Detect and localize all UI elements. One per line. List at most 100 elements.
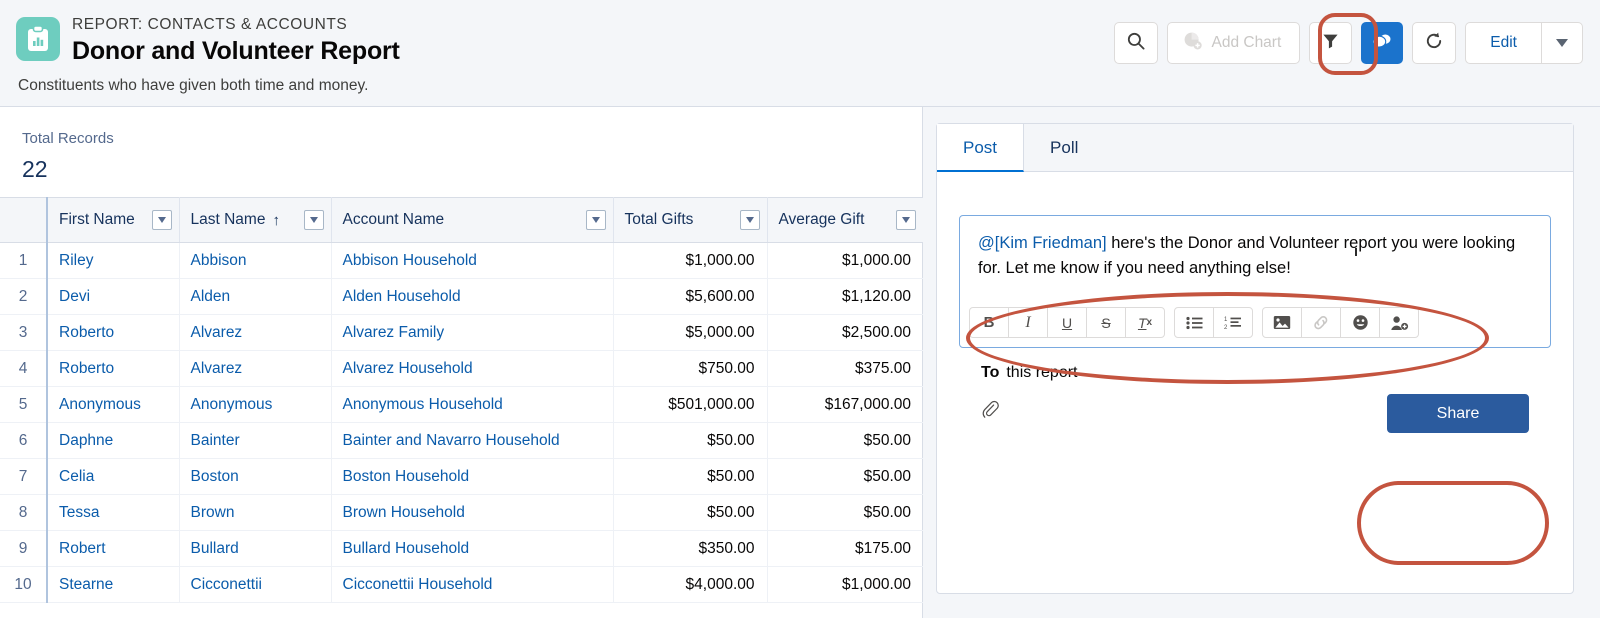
cell-link[interactable]: Cicconettii	[191, 576, 263, 593]
cell-account[interactable]: Bullard Household	[331, 530, 614, 567]
cell-link[interactable]: Alden	[191, 288, 231, 305]
cell-link[interactable]: Anonymous Household	[343, 396, 503, 413]
filter-button[interactable]	[1309, 22, 1353, 64]
cell-link[interactable]: Anonymous	[191, 396, 273, 413]
cell-last[interactable]: Bainter	[179, 422, 332, 459]
cell-link[interactable]: Daphne	[59, 432, 113, 449]
underline-icon[interactable]: U	[1047, 307, 1087, 338]
insert-link-icon[interactable]	[1301, 307, 1341, 338]
cell-link[interactable]: Boston	[191, 468, 239, 485]
breadcrumb: REPORT: CONTACTS & ACCOUNTS	[72, 16, 348, 33]
cell-link[interactable]: Bullard	[191, 540, 239, 557]
remove-format-icon[interactable]: Tx	[1125, 307, 1165, 338]
cell-last[interactable]: Abbison	[179, 242, 332, 279]
cell-link[interactable]: Celia	[59, 468, 94, 485]
cell-last[interactable]: Alden	[179, 278, 332, 315]
cell-link[interactable]: Riley	[59, 252, 93, 269]
cell-link[interactable]: Bullard Household	[343, 540, 470, 557]
cell-link[interactable]: Roberto	[59, 360, 114, 377]
cell-link[interactable]: Brown Household	[343, 504, 465, 521]
edit-button[interactable]: Edit	[1465, 22, 1541, 64]
cell-link[interactable]: Robert	[59, 540, 106, 557]
column-header-account-name[interactable]: Account Name	[331, 197, 614, 243]
cell-first[interactable]: Roberto	[47, 350, 180, 387]
cell-link[interactable]: Abbison	[191, 252, 247, 269]
cell-first[interactable]: Robert	[47, 530, 180, 567]
bold-icon[interactable]: B	[969, 307, 1009, 338]
italic-icon[interactable]: I	[1008, 307, 1048, 338]
cell-link[interactable]: Alvarez Family	[343, 324, 445, 341]
cell-link[interactable]: Alvarez	[191, 360, 243, 377]
rich-text-toolbar: B I U S Tx 1 2	[963, 303, 1547, 343]
column-header-average-gift[interactable]: Average Gift	[767, 197, 923, 243]
cell-first[interactable]: Celia	[47, 458, 180, 495]
cell-first[interactable]: Devi	[47, 278, 180, 315]
column-menu-button-first-name[interactable]	[151, 210, 172, 230]
cell-account[interactable]: Alden Household	[331, 278, 614, 315]
cell-account[interactable]: Abbison Household	[331, 242, 614, 279]
cell-last[interactable]: Brown	[179, 494, 332, 531]
strikethrough-icon[interactable]: S	[1086, 307, 1126, 338]
cell-last[interactable]: Bullard	[179, 530, 332, 567]
column-header-last-name[interactable]: Last Name ↑	[179, 197, 332, 243]
total-records-value: 22	[22, 156, 48, 182]
column-menu-button-last-name[interactable]	[303, 210, 324, 230]
cell-last[interactable]: Boston	[179, 458, 332, 495]
search-button[interactable]	[1114, 22, 1159, 64]
cell-link[interactable]: Alvarez Household	[343, 360, 473, 377]
tab-poll[interactable]: Poll	[1024, 124, 1573, 172]
column-menu-button-total-gifts[interactable]	[739, 210, 760, 230]
edit-dropdown-button[interactable]	[1541, 22, 1583, 64]
cell-last[interactable]: Anonymous	[179, 386, 332, 423]
cell-link[interactable]: Roberto	[59, 324, 114, 341]
cell-last[interactable]: Alvarez	[179, 350, 332, 387]
cell-n: 6	[0, 422, 48, 459]
report-toolbar: Add Chart Edit	[1114, 22, 1583, 64]
cell-link[interactable]: Alden Household	[343, 288, 461, 305]
cell-link[interactable]: Boston Household	[343, 468, 470, 485]
column-header-first-name[interactable]: First Name	[47, 197, 180, 243]
attach-file-button[interactable]	[981, 400, 1007, 427]
tab-post[interactable]: Post	[937, 124, 1025, 172]
cell-link[interactable]: Tessa	[59, 504, 100, 521]
emoji-icon[interactable]	[1340, 307, 1380, 338]
bulleted-list-icon[interactable]	[1174, 307, 1214, 338]
cell-first[interactable]: Tessa	[47, 494, 180, 531]
cell-last[interactable]: Cicconettii	[179, 566, 332, 603]
cell-account[interactable]: Bainter and Navarro Household	[331, 422, 614, 459]
cell-first[interactable]: Roberto	[47, 314, 180, 351]
cell-link[interactable]: Brown	[191, 504, 235, 521]
cell-first[interactable]: Stearne	[47, 566, 180, 603]
cell-first[interactable]: Daphne	[47, 422, 180, 459]
cell-link[interactable]: Devi	[59, 288, 90, 305]
cell-first[interactable]: Riley	[47, 242, 180, 279]
numbered-list-icon[interactable]: 1 2	[1213, 307, 1253, 338]
refresh-button[interactable]	[1412, 22, 1457, 64]
cell-link[interactable]: Cicconettii Household	[343, 576, 493, 593]
cell-first[interactable]: Anonymous	[47, 386, 180, 423]
column-header-total-gifts[interactable]: Total Gifts	[613, 197, 768, 243]
share-button[interactable]: Share	[1387, 394, 1529, 433]
post-editor[interactable]: @[Kim Friedman] here's the Donor and Vol…	[959, 215, 1551, 348]
column-menu-button-average-gift[interactable]	[896, 210, 916, 230]
cell-account[interactable]: Boston Household	[331, 458, 614, 495]
cell-link[interactable]: Bainter	[191, 432, 240, 449]
cell-link[interactable]: Bainter and Navarro Household	[343, 432, 560, 449]
cell-link[interactable]: Alvarez	[191, 324, 243, 341]
cell-account[interactable]: Brown Household	[331, 494, 614, 531]
mention-person-icon[interactable]	[1379, 307, 1419, 338]
insert-image-icon[interactable]	[1262, 307, 1302, 338]
chatter-feed-button[interactable]	[1361, 22, 1404, 64]
cell-account[interactable]: Alvarez Family	[331, 314, 614, 351]
cell-last[interactable]: Alvarez	[179, 314, 332, 351]
cell-link[interactable]: Anonymous	[59, 396, 141, 413]
column-label: Account Name	[342, 211, 445, 228]
cell-account[interactable]: Anonymous Household	[331, 386, 614, 423]
post-text[interactable]: @[Kim Friedman] here's the Donor and Vol…	[960, 216, 1550, 287]
cell-account[interactable]: Cicconettii Household	[331, 566, 614, 603]
cell-link[interactable]: Stearne	[59, 576, 113, 593]
cell-link[interactable]: Abbison Household	[343, 252, 477, 269]
add-chart-button[interactable]: Add Chart	[1167, 22, 1301, 64]
column-menu-button-account-name[interactable]	[585, 210, 606, 230]
cell-account[interactable]: Alvarez Household	[331, 350, 614, 387]
